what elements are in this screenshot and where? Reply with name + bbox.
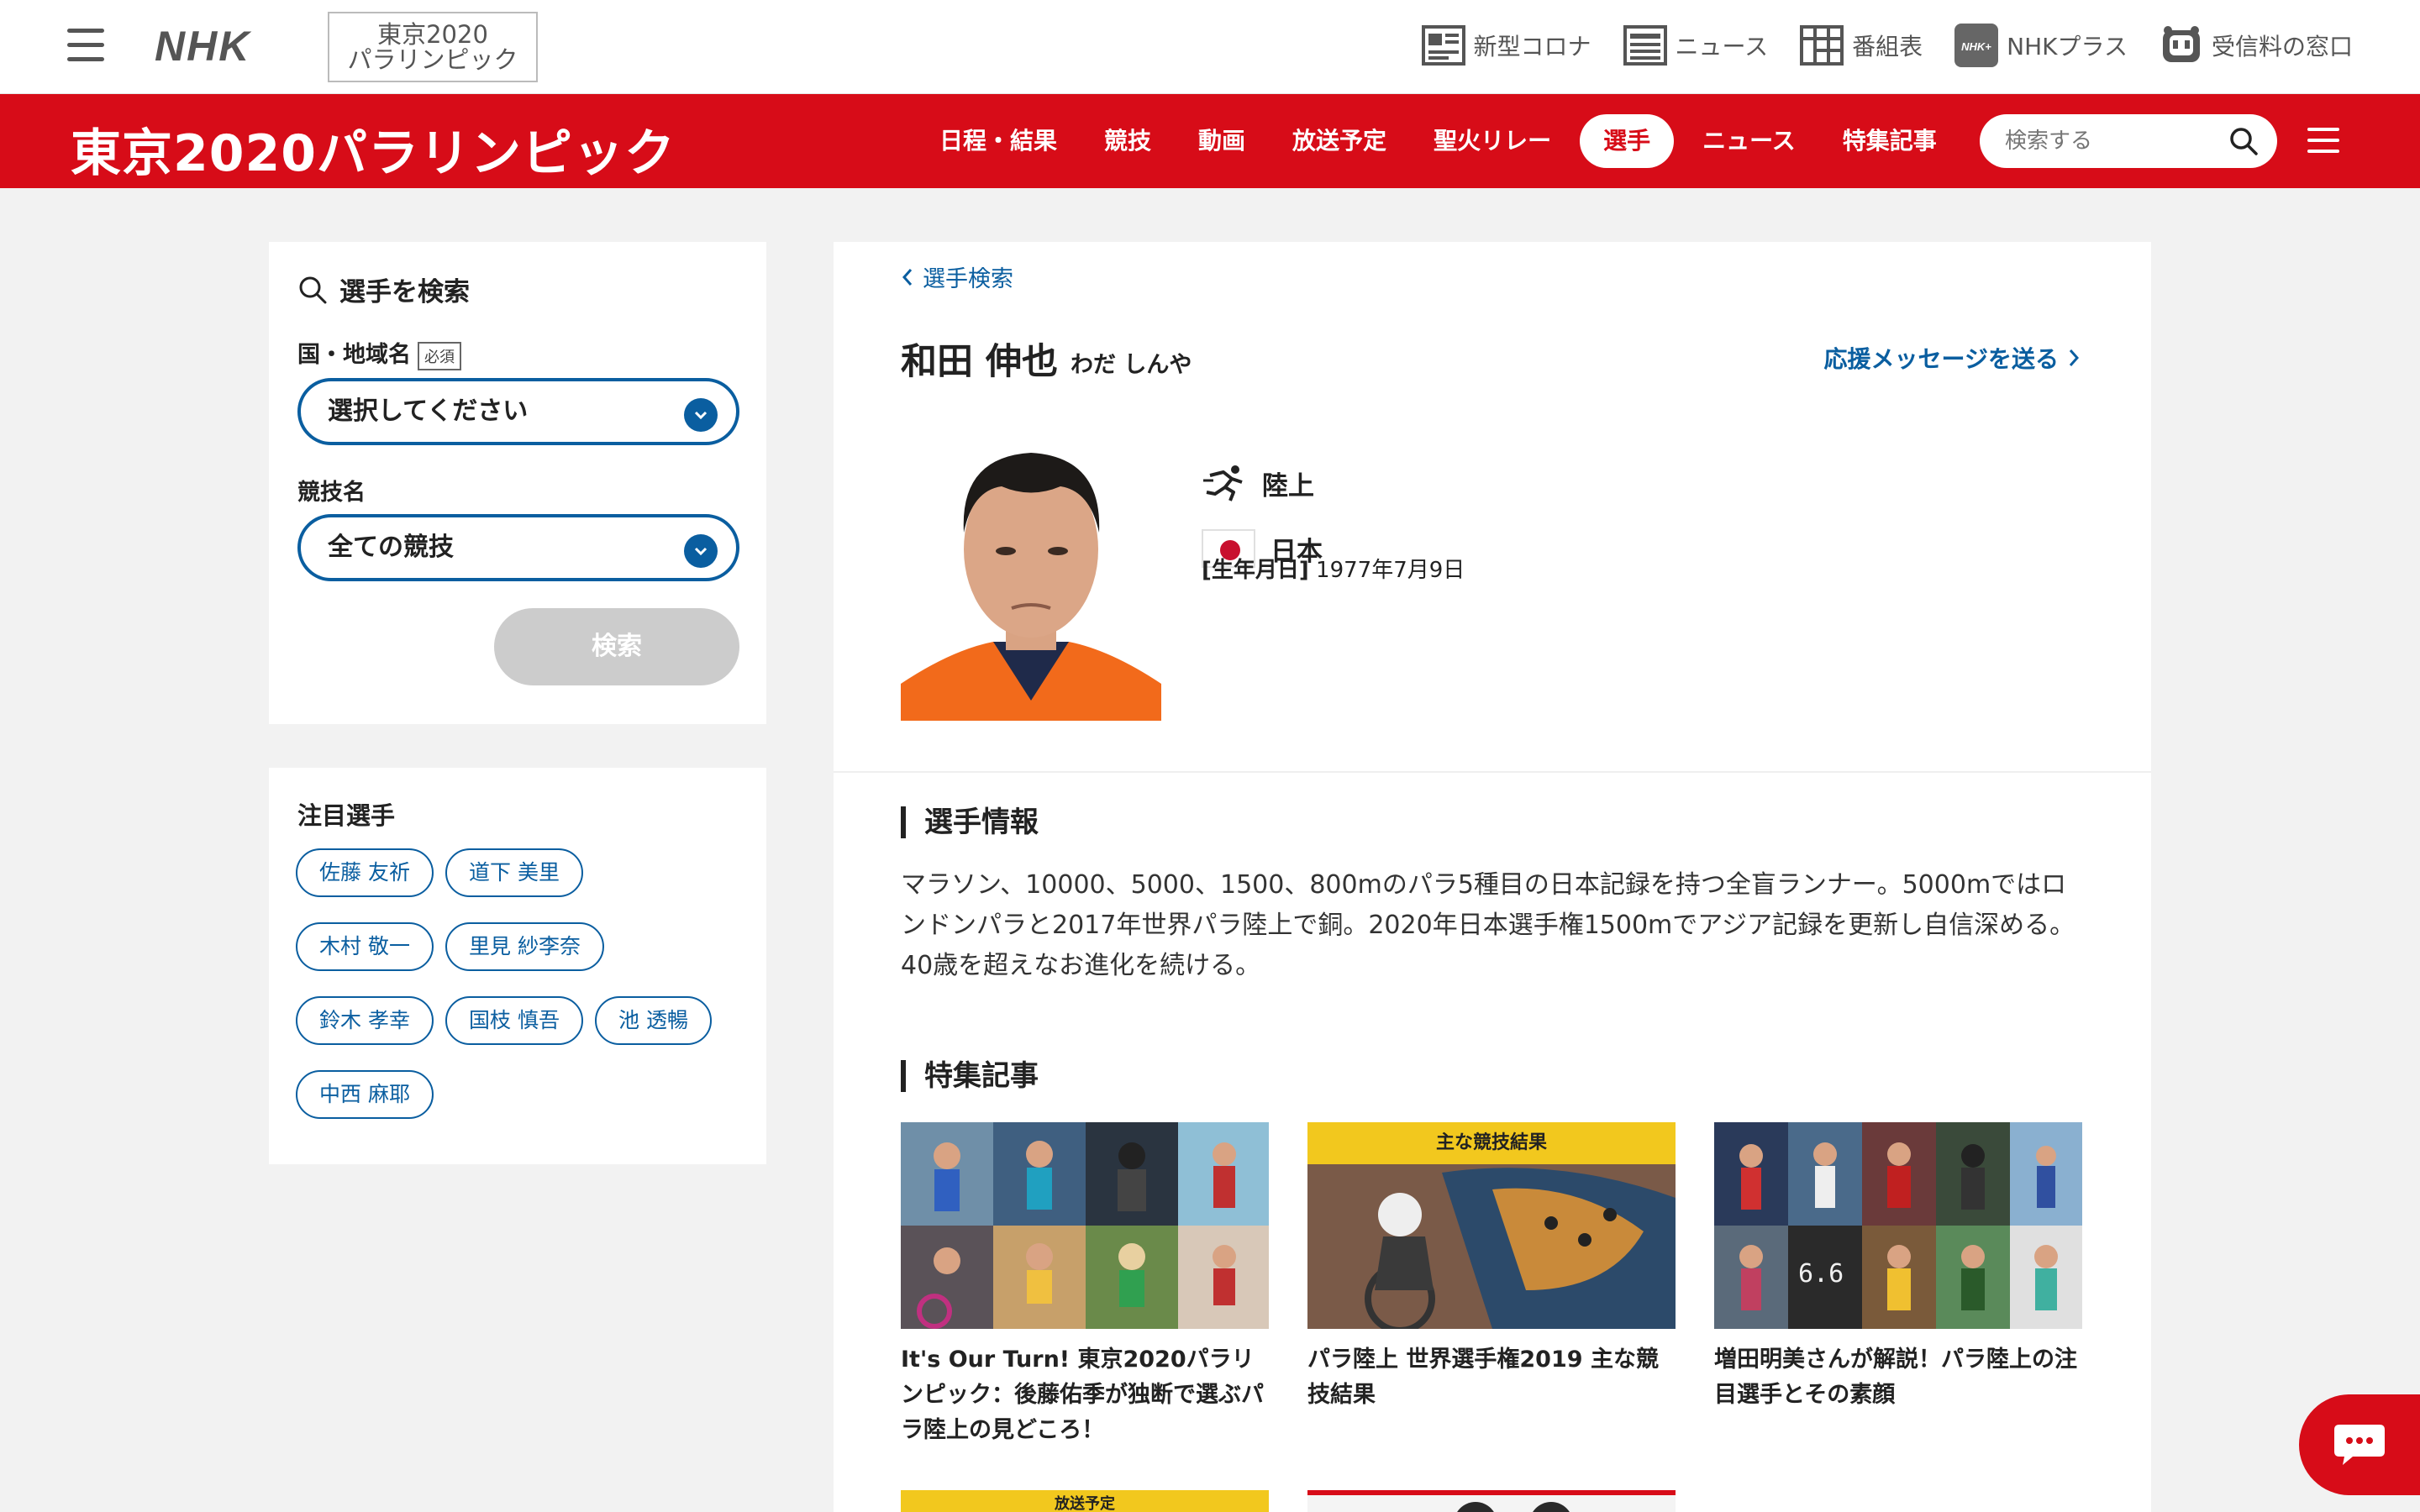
news-icon: [1622, 22, 1669, 69]
topnav-covid[interactable]: 新型コロナ: [1420, 22, 1591, 69]
nhk-top-bar: NHK 東京2020 パラリンピック 新型コロナ ニュース 番組表 NHK+ N…: [0, 0, 2420, 94]
site-menu-icon[interactable]: [2307, 128, 2339, 156]
sport-label: 競技名: [297, 480, 366, 506]
covid-news-icon: [1420, 22, 1467, 69]
chat-button[interactable]: [2299, 1394, 2420, 1495]
feature-article-card[interactable]: 6.6 増田明美さんが解説！パラ陸上の注目選手とその素顔: [1714, 1122, 2082, 1413]
sport-select-value: 全ての競技: [328, 533, 454, 562]
program-guide-icon: [1798, 22, 1845, 69]
sport-name: 陸上: [1262, 470, 1314, 501]
feature-article-card[interactable]: 主な競技結果 パラ陸上 世界選手権2019 主な競技結果: [1307, 1122, 1676, 1413]
feature-article-title: It's Our Turn! 東京2020パラリンピック：後藤佑季が独断で選ぶパ…: [901, 1347, 1264, 1443]
nav-broadcast[interactable]: 放送予定: [1269, 114, 1410, 168]
sport-row: 陸上: [1202, 464, 1314, 502]
country-select-value: 選択してください: [328, 396, 529, 426]
featured-athlete-chip[interactable]: 池 透暢: [595, 996, 712, 1045]
back-to-search-link[interactable]: 選手検索: [901, 260, 1013, 293]
country-select[interactable]: 選択してください: [297, 378, 739, 445]
topnav-program-guide-label: 番組表: [1852, 33, 1923, 60]
sport-select[interactable]: 全ての競技: [297, 514, 739, 581]
badge-line-2: パラリンピック: [347, 45, 518, 74]
paralympic-badge[interactable]: 東京2020 パラリンピック: [328, 12, 538, 82]
badge-line-1: 東京2020: [377, 20, 488, 49]
chevron-right-icon: [2069, 349, 2080, 366]
featured-athlete-chip[interactable]: 中西 麻耶: [296, 1070, 434, 1119]
athletics-runner-icon: [1203, 465, 1243, 501]
nav-videos[interactable]: 動画: [1175, 114, 1269, 168]
feature-article-card[interactable]: 放送予定: [901, 1490, 1269, 1512]
featured-athlete-chip[interactable]: 国枝 慎吾: [445, 996, 583, 1045]
required-badge: 必須: [418, 341, 461, 370]
featured-athlete-chip[interactable]: 佐藤 友祈: [296, 848, 434, 897]
athlete-name: 和田 伸也: [901, 341, 1058, 383]
svg-text:NHK+: NHK+: [1961, 40, 1991, 53]
paralympic-header: 東京2020パラリンピック 日程・結果 競技 動画 放送予定 聖火リレー 選手 …: [0, 94, 2420, 188]
birth-date-row: [生年月日] 1977年7月9日: [1202, 553, 1465, 584]
athlete-portrait: [901, 407, 1161, 721]
site-search: [1980, 114, 2277, 168]
feature-article-thumbnail: [901, 1122, 1269, 1329]
feature-article-thumbnail: [1307, 1490, 1676, 1512]
nav-torch-relay[interactable]: 聖火リレー: [1410, 114, 1575, 168]
nhk-top-nav: 新型コロナ ニュース 番組表 NHK+ NHKプラス 受信料の窓口: [1420, 22, 2353, 69]
feature-article-card[interactable]: It's Our Turn! 東京2020パラリンピック：後藤佑季が独断で選ぶパ…: [901, 1122, 1269, 1448]
reception-fee-icon: [2158, 22, 2205, 69]
topnav-news-label: ニュース: [1675, 33, 1769, 60]
featured-athlete-chip[interactable]: 道下 美里: [445, 848, 583, 897]
features-heading: 特集記事: [901, 1060, 1039, 1092]
topnav-reception-fee-label: 受信料の窓口: [2211, 33, 2353, 60]
country-label: 国・地域名 必須: [297, 336, 461, 370]
feature-article-title: 増田明美さんが解説！パラ陸上の注目選手とその素顔: [1714, 1347, 2077, 1408]
magnifier-icon: [299, 276, 327, 303]
nav-news[interactable]: ニュース: [1679, 114, 1819, 168]
featured-athlete-chip[interactable]: 鈴木 孝幸: [296, 996, 434, 1045]
athlete-detail-panel: 選手検索 和田 伸也 わだ しんや 応援メッセージを送る 陸上 日本 [生年月日…: [834, 242, 2151, 1512]
featured-athlete-chip[interactable]: 木村 敬一: [296, 922, 434, 971]
send-cheer-message-link[interactable]: 応援メッセージを送る: [1824, 341, 2081, 375]
birth-date-label: [生年月日]: [1202, 558, 1309, 583]
featured-athletes-panel: 注目選手 佐藤 友祈 道下 美里 木村 敬一 里見 紗李奈 鈴木 孝幸 国枝 慎…: [269, 768, 766, 1164]
feature-banner-label: 主な競技結果: [1435, 1132, 1547, 1153]
feature-article-card[interactable]: [1307, 1490, 1676, 1512]
send-cheer-message-label: 応援メッセージを送る: [1823, 345, 2059, 373]
global-menu-icon[interactable]: [67, 29, 104, 62]
athlete-bio: マラソン、10000、5000、1500、800mのパラ5種目の日本記録を持つ全…: [901, 870, 2075, 980]
chevron-down-icon: [684, 534, 718, 568]
birth-date-value: 1977年7月9日: [1316, 558, 1465, 583]
country-label-text: 国・地域名: [297, 342, 411, 368]
feature-article-thumbnail: 6.6: [1714, 1122, 2082, 1329]
svg-text:6.6: 6.6: [1798, 1259, 1844, 1289]
nav-sports[interactable]: 競技: [1081, 114, 1175, 168]
athlete-kana: わだ しんや: [1071, 352, 1192, 378]
site-brand[interactable]: 東京2020パラリンピック: [71, 113, 676, 186]
topnav-nhk-plus[interactable]: NHK+ NHKプラス: [1953, 22, 2128, 69]
chat-bubble-icon: [2334, 1425, 2385, 1465]
topnav-program-guide[interactable]: 番組表: [1798, 22, 1923, 69]
search-button[interactable]: 検索: [494, 608, 739, 685]
topnav-nhk-plus-label: NHKプラス: [2007, 33, 2128, 60]
chevron-left-icon: [902, 268, 913, 286]
search-icon[interactable]: [2228, 126, 2259, 156]
featured-athlete-chip[interactable]: 里見 紗李奈: [445, 922, 604, 971]
nhk-plus-icon: NHK+: [1953, 22, 2000, 69]
site-search-input[interactable]: [2005, 126, 2215, 156]
feature-article-thumbnail: 主な競技結果: [1307, 1122, 1676, 1329]
back-to-search-label: 選手検索: [923, 266, 1013, 292]
feature-article-title: パラ陸上 世界選手権2019 主な競技結果: [1307, 1347, 1659, 1408]
nav-schedule-results[interactable]: 日程・結果: [916, 114, 1081, 168]
featured-athletes-title: 注目選手: [297, 801, 396, 830]
topnav-reception-fee[interactable]: 受信料の窓口: [2158, 22, 2353, 69]
nav-athletes[interactable]: 選手: [1580, 114, 1675, 168]
athlete-search-title-text: 選手を検索: [339, 277, 470, 307]
profile-heading: 選手情報: [901, 806, 1039, 838]
feature-banner-label: 放送予定: [901, 1490, 1269, 1512]
section-divider: [834, 771, 2151, 773]
athlete-search-title: 選手を検索: [297, 270, 470, 308]
nav-features[interactable]: 特集記事: [1819, 114, 1960, 168]
topnav-news[interactable]: ニュース: [1622, 22, 1769, 69]
topnav-covid-label: 新型コロナ: [1473, 33, 1591, 60]
main-nav: 日程・結果 競技 動画 放送予定 聖火リレー 選手 ニュース 特集記事: [916, 114, 1960, 168]
chevron-down-icon: [684, 398, 718, 432]
nhk-logo[interactable]: NHK: [155, 22, 250, 71]
